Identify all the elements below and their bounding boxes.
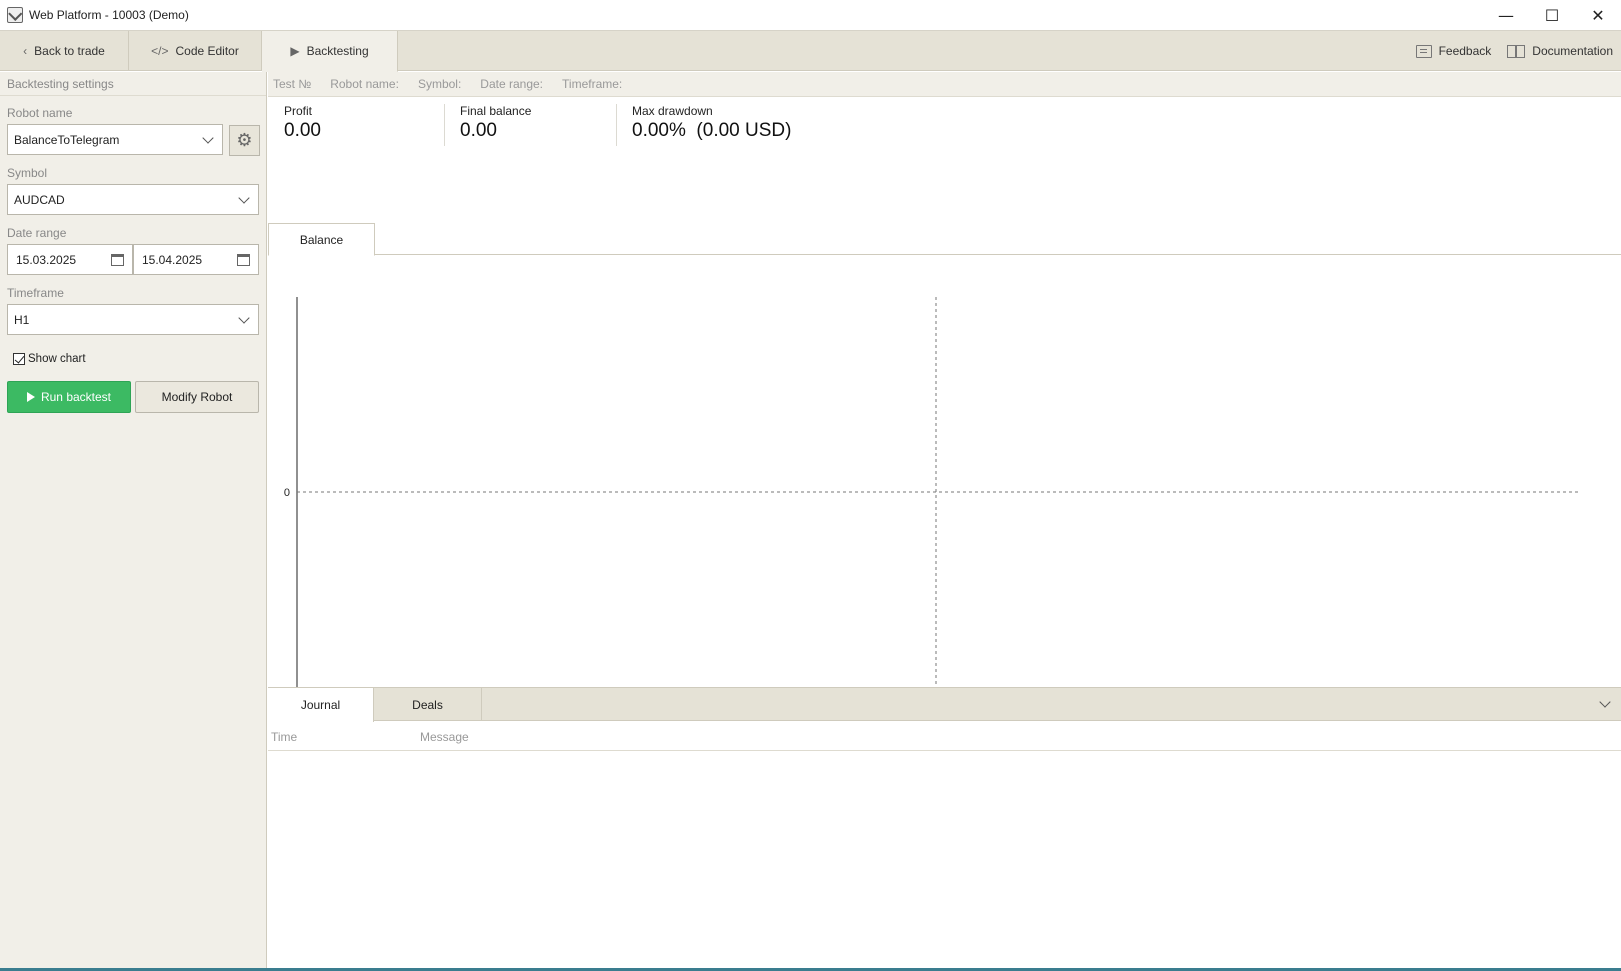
tab-balance[interactable]: Balance: [268, 223, 375, 256]
window-title: Web Platform - 10003 (Demo): [29, 8, 189, 22]
play-icon: ▶: [290, 44, 300, 58]
robot-name-value: BalanceToTelegram: [14, 132, 120, 147]
test-number-label: Test №: [273, 77, 312, 91]
chart-tab-bar: Balance: [268, 223, 1621, 256]
backtesting-label: Backtesting: [306, 44, 369, 58]
robot-name-info: Robot name:: [330, 77, 399, 91]
journal-header: Time Message: [268, 722, 1621, 751]
calendar-icon[interactable]: [111, 254, 124, 266]
show-chart-checkbox[interactable]: Show chart: [13, 353, 86, 365]
feedback-icon: [1415, 44, 1432, 58]
minimize-button[interactable]: —: [1483, 0, 1529, 30]
date-from-value: 15.03.2025: [16, 252, 77, 267]
show-chart-label: Show chart: [28, 353, 86, 365]
date-range-info: Date range:: [480, 77, 544, 91]
tab-backtesting[interactable]: ▶ Backtesting: [262, 31, 398, 72]
back-to-trade-label: Back to trade: [34, 44, 105, 58]
chevron-down-icon[interactable]: [1599, 696, 1611, 708]
final-balance-value: 0.00: [460, 120, 497, 141]
chevron-left-icon: ‹: [23, 44, 28, 58]
window-controls: — ☐ ✕: [1483, 0, 1621, 30]
max-drawdown-label: Max drawdown: [632, 104, 713, 118]
right-tools: Feedback Documentation: [1415, 31, 1613, 71]
timeframe-value: H1: [14, 312, 30, 327]
backtesting-settings-panel: Backtesting settings Robot name BalanceT…: [0, 72, 267, 971]
chevron-down-icon: [238, 312, 250, 324]
robot-settings-button[interactable]: ⚙: [229, 125, 260, 156]
top-toolbar: ‹ Back to trade </> Code Editor ▶ Backte…: [0, 31, 1621, 72]
app-logo-icon: [7, 7, 23, 23]
profit-stat: Profit 0.00: [284, 104, 321, 142]
code-editor-label: Code Editor: [175, 44, 239, 58]
code-icon: </>: [151, 44, 169, 58]
backtest-results: Test № Robot name: Symbol: Date range: T…: [268, 72, 1621, 971]
y-tick-label: 0: [284, 487, 290, 499]
documentation-button[interactable]: Documentation: [1507, 44, 1613, 58]
back-to-trade-button[interactable]: ‹ Back to trade: [0, 31, 129, 71]
tab-deals[interactable]: Deals: [374, 688, 482, 721]
modify-robot-button[interactable]: Modify Robot: [135, 381, 259, 413]
tab-journal[interactable]: Journal: [268, 688, 374, 722]
documentation-label: Documentation: [1532, 44, 1613, 58]
calendar-icon[interactable]: [237, 254, 250, 266]
feedback-button[interactable]: Feedback: [1415, 44, 1492, 58]
column-message[interactable]: Message: [420, 730, 469, 744]
date-from-input[interactable]: 15.03.2025: [7, 244, 133, 275]
play-icon: [26, 392, 35, 402]
date-to-input[interactable]: 15.04.2025: [133, 244, 259, 275]
final-balance-label: Final balance: [460, 104, 532, 118]
title-bar: Web Platform - 10003 (Demo) — ☐ ✕: [0, 0, 1621, 31]
run-backtest-label: Run backtest: [40, 390, 112, 404]
robot-name-label: Robot name: [7, 106, 73, 120]
chevron-down-icon: [202, 132, 214, 144]
timeframe-label: Timeframe: [7, 286, 64, 300]
max-drawdown-stat: Max drawdown 0.00% (0.00 USD): [632, 104, 791, 142]
timeframe-select[interactable]: H1: [7, 304, 259, 335]
symbol-label: Symbol: [7, 166, 48, 180]
bottom-tab-bar: Journal Deals: [268, 687, 1621, 722]
symbol-value: AUDCAD: [14, 192, 65, 207]
robot-name-select[interactable]: BalanceToTelegram: [7, 124, 223, 155]
date-to-value: 15.04.2025: [142, 252, 203, 267]
max-drawdown-value: 0.00% (0.00 USD): [632, 120, 792, 141]
tab-code-editor[interactable]: </> Code Editor: [129, 31, 262, 71]
maximize-button[interactable]: ☐: [1529, 0, 1575, 30]
date-range-label: Date range: [7, 226, 67, 240]
timeframe-info: Timeframe:: [562, 77, 623, 91]
feedback-label: Feedback: [1438, 44, 1492, 58]
close-button[interactable]: ✕: [1575, 0, 1621, 30]
symbol-select[interactable]: AUDCAD: [7, 184, 259, 215]
final-balance-stat: Final balance 0.00: [460, 104, 531, 142]
divider: [616, 104, 617, 146]
symbol-info: Symbol:: [417, 77, 462, 91]
divider: [444, 104, 445, 146]
balance-chart: 0 00:00 EquityBalance: [284, 297, 1580, 687]
chevron-down-icon: [238, 192, 250, 204]
checkbox-checked-icon[interactable]: [13, 353, 25, 365]
modify-robot-label: Modify Robot: [161, 390, 233, 404]
column-time[interactable]: Time: [271, 730, 297, 744]
profit-value: 0.00: [284, 120, 321, 141]
test-info-bar: Test № Robot name: Symbol: Date range: T…: [268, 72, 1621, 97]
book-icon: [1507, 44, 1526, 58]
panel-header: Backtesting settings: [0, 72, 266, 96]
run-backtest-button[interactable]: Run backtest: [7, 381, 131, 413]
profit-label: Profit: [284, 104, 313, 118]
gear-icon: ⚙: [236, 130, 253, 151]
